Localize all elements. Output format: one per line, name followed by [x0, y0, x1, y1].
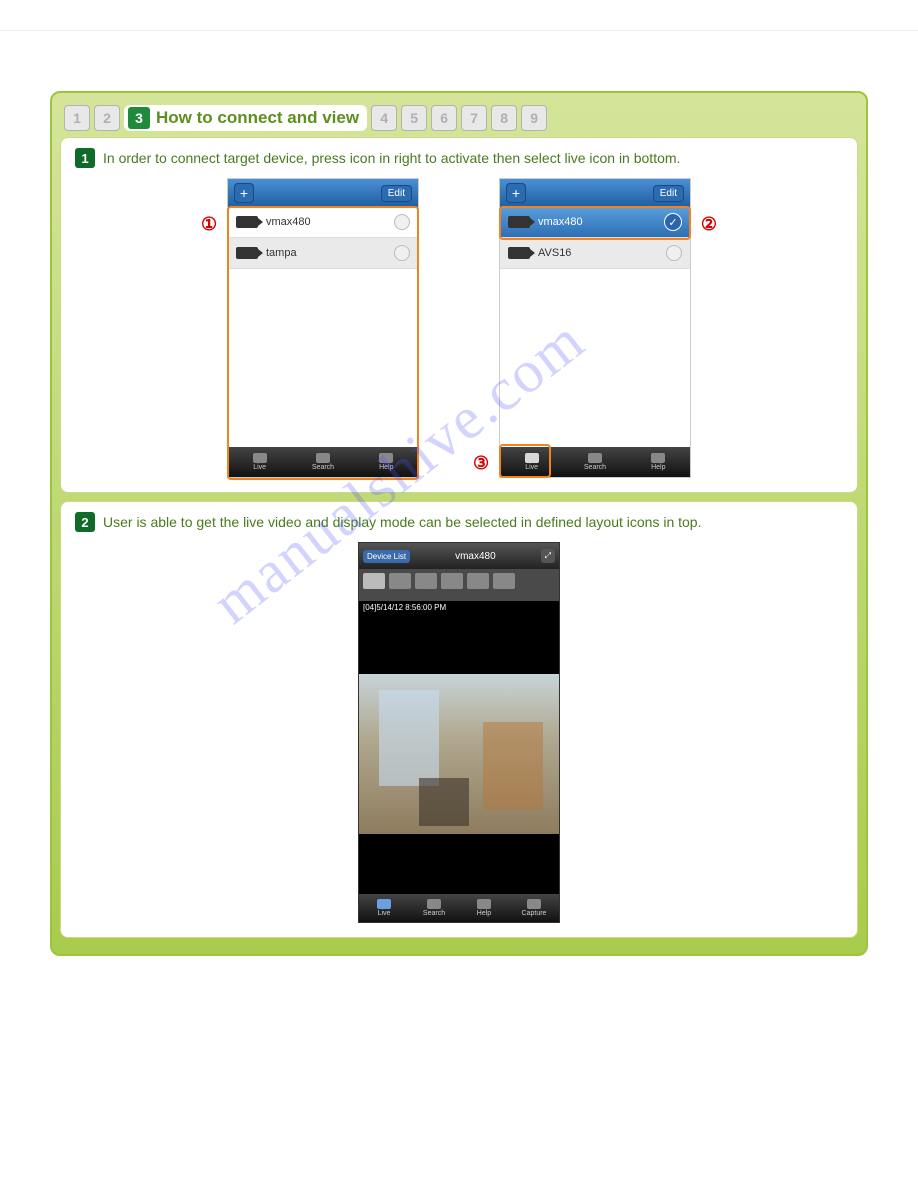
device-list-button[interactable]: Device List	[363, 550, 410, 563]
live-tab[interactable]: Live	[500, 447, 563, 477]
camera-icon	[508, 216, 530, 228]
help-icon	[477, 899, 491, 909]
step-2-section: 2 User is able to get the live video and…	[60, 501, 858, 938]
layout-4x4-icon[interactable]	[441, 573, 463, 589]
phone-b-wrap: ② ③ + Edit vmax480	[499, 178, 691, 478]
device-name: vmax480	[538, 216, 656, 228]
camera-icon	[508, 247, 530, 259]
device-name: AVS16	[538, 247, 658, 259]
step-1-section: 1 In order to connect target device, pre…	[60, 137, 858, 493]
phone-a-wrap: ① + Edit vmax480	[227, 178, 419, 478]
live-footer: Live Search Help Capture	[359, 894, 559, 922]
tab-5[interactable]: 5	[401, 105, 427, 131]
fullscreen-button[interactable]: ⤢	[541, 549, 555, 563]
live-tab[interactable]: Live	[228, 447, 291, 477]
camera-icon	[236, 216, 258, 228]
search-icon	[427, 899, 441, 909]
search-tab[interactable]: Search	[563, 447, 626, 477]
layout-3x3-icon[interactable]	[415, 573, 437, 589]
layout-icons-row	[359, 569, 559, 601]
content-wrapper: manualshive.com 1 2 3 How to connect and…	[50, 91, 868, 956]
phone-a-header: + Edit	[228, 179, 418, 207]
search-tab[interactable]: Search	[291, 447, 354, 477]
layout-5-icon[interactable]	[467, 573, 489, 589]
step-2-badge: 2	[75, 512, 95, 532]
tab-3-active[interactable]: 3 How to connect and view	[124, 105, 367, 131]
video-window-element	[379, 690, 439, 786]
add-device-button[interactable]: +	[506, 183, 526, 203]
tab-2[interactable]: 2	[94, 105, 120, 131]
tab-4[interactable]: 4	[371, 105, 397, 131]
phone-b-header: + Edit	[500, 179, 690, 207]
search-icon	[588, 453, 602, 463]
device-list-a: vmax480 tampa	[228, 207, 418, 447]
tab-1[interactable]: 1	[64, 105, 90, 131]
tab-8[interactable]: 8	[491, 105, 517, 131]
select-radio[interactable]	[666, 245, 682, 261]
device-name: vmax480	[266, 216, 386, 228]
tab-9[interactable]: 9	[521, 105, 547, 131]
search-icon	[316, 453, 330, 463]
select-radio[interactable]	[394, 245, 410, 261]
edit-button[interactable]: Edit	[381, 185, 412, 202]
capture-tab[interactable]: Capture	[509, 894, 559, 922]
video-shelf-element	[483, 722, 543, 810]
callout-1: ①	[201, 214, 217, 235]
help-icon	[651, 453, 665, 463]
phone-a-footer: Live Search Help	[228, 447, 418, 477]
callout-2: ②	[701, 214, 717, 235]
device-row-vmax480-selected[interactable]: vmax480 ✓	[500, 207, 690, 238]
device-row-avs16[interactable]: AVS16	[500, 238, 690, 269]
video-desk-element	[419, 778, 469, 826]
add-device-button[interactable]: +	[234, 183, 254, 203]
tab-7[interactable]: 7	[461, 105, 487, 131]
phone-a: + Edit vmax480	[227, 178, 419, 478]
tab-6[interactable]: 6	[431, 105, 457, 131]
check-icon[interactable]: ✓	[664, 213, 682, 231]
live-icon	[377, 899, 391, 909]
layout-1x1-icon[interactable]	[363, 573, 385, 589]
video-letterbox-top	[359, 614, 559, 644]
tab-active-title: How to connect and view	[156, 108, 359, 128]
live-header: Device List vmax480 ⤢	[359, 543, 559, 569]
search-tab[interactable]: Search	[409, 894, 459, 922]
step-tabs: 1 2 3 How to connect and view 4 5 6 7 8 …	[60, 101, 858, 137]
select-radio[interactable]	[394, 214, 410, 230]
device-row-vmax480[interactable]: vmax480	[228, 207, 418, 238]
step-1-text: In order to connect target device, press…	[103, 148, 680, 168]
main-container: 1 2 3 How to connect and view 4 5 6 7 8 …	[50, 91, 868, 956]
device-name: tampa	[266, 247, 386, 259]
live-icon	[525, 453, 539, 463]
video-timestamp: [04]5/14/12 8:56:00 PM	[359, 601, 559, 614]
help-tab[interactable]: Help	[459, 894, 509, 922]
device-list-b: vmax480 ✓ AVS16	[500, 207, 690, 447]
device-row-tampa[interactable]: tampa	[228, 238, 418, 269]
live-tab[interactable]: Live	[359, 894, 409, 922]
callout-3: ③	[473, 453, 489, 474]
edit-button[interactable]: Edit	[653, 185, 684, 202]
capture-icon	[527, 899, 541, 909]
live-icon	[253, 453, 267, 463]
step-1-badge: 1	[75, 148, 95, 168]
phone-b-footer: Live Search Help	[500, 447, 690, 477]
help-tab[interactable]: Help	[355, 447, 418, 477]
live-view-phone: Device List vmax480 ⤢ [04]5/14/12 8:56:0…	[358, 542, 560, 923]
camera-icon	[236, 247, 258, 259]
tab-active-num: 3	[128, 107, 150, 129]
video-letterbox-bottom	[359, 834, 559, 894]
layout-2x2-icon[interactable]	[389, 573, 411, 589]
live-video-feed[interactable]	[359, 674, 559, 834]
phones-row: ① + Edit vmax480	[75, 178, 843, 478]
live-title: vmax480	[455, 551, 496, 562]
help-tab[interactable]: Help	[627, 447, 690, 477]
phone-b: + Edit vmax480 ✓	[499, 178, 691, 478]
help-icon	[379, 453, 393, 463]
layout-6-icon[interactable]	[493, 573, 515, 589]
step-2-text: User is able to get the live video and d…	[103, 512, 701, 532]
